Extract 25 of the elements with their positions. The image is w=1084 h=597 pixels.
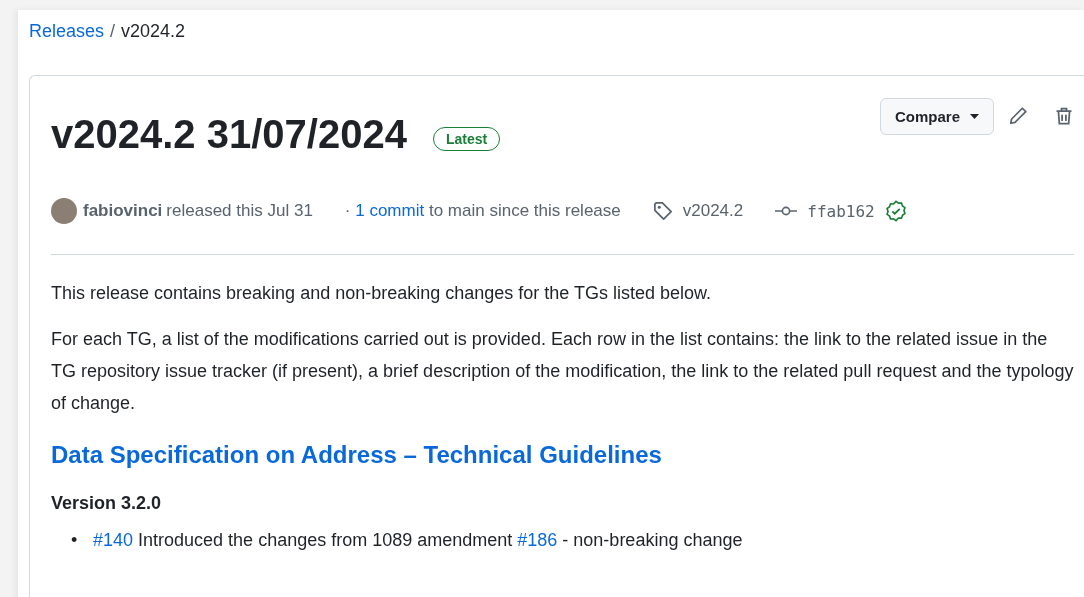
pencil-icon[interactable] bbox=[1008, 106, 1028, 126]
commit-link[interactable]: ffab162 bbox=[807, 201, 875, 221]
tag-icon bbox=[652, 201, 673, 221]
breadcrumb-current: v2024.2 bbox=[121, 21, 186, 42]
section-heading[interactable]: Data Specification on Address – Technical Guidelines bbox=[51, 441, 1074, 469]
body-paragraph: For each TG, a list of the modifications carried out is provided. Each row in the list contains: the link to the related issue in the TG repository issue tracker (if present), a brief description of the modification, the link to the related pull request and the typology of change. bbox=[51, 328, 1074, 415]
body-paragraph: This release contains breaking and non-breaking changes for the TGs listed below. bbox=[51, 282, 713, 305]
avatar-icon[interactable] bbox=[51, 198, 77, 224]
commits-text: · 1 commit to main since this release bbox=[344, 201, 621, 221]
release-title: v2024.2 31/07/2024 bbox=[51, 111, 407, 158]
compare-button[interactable]: Compare bbox=[879, 98, 994, 135]
commits-link[interactable]: 1 commit bbox=[355, 201, 425, 220]
commit-icon bbox=[775, 205, 798, 217]
tag-link[interactable]: v2024.2 bbox=[682, 201, 744, 221]
author-link[interactable]: fabiovinci bbox=[83, 201, 163, 221]
version-heading: Version 3.2.0 bbox=[51, 493, 163, 514]
released-text: released this Jul 31 bbox=[166, 201, 313, 221]
pull-request-link[interactable]: #186 bbox=[517, 530, 558, 550]
issue-link[interactable]: #140 bbox=[93, 530, 134, 550]
bullet-mark: • bbox=[71, 529, 79, 552]
trash-icon[interactable] bbox=[1054, 106, 1074, 126]
breadcrumb-link[interactable]: Releases bbox=[29, 21, 105, 42]
caret-icon bbox=[970, 114, 979, 119]
breadcrumb-separator: / bbox=[110, 21, 116, 42]
change-item: #140 Introduced the changes from 1089 amendment #186 - non-breaking change bbox=[93, 529, 743, 552]
